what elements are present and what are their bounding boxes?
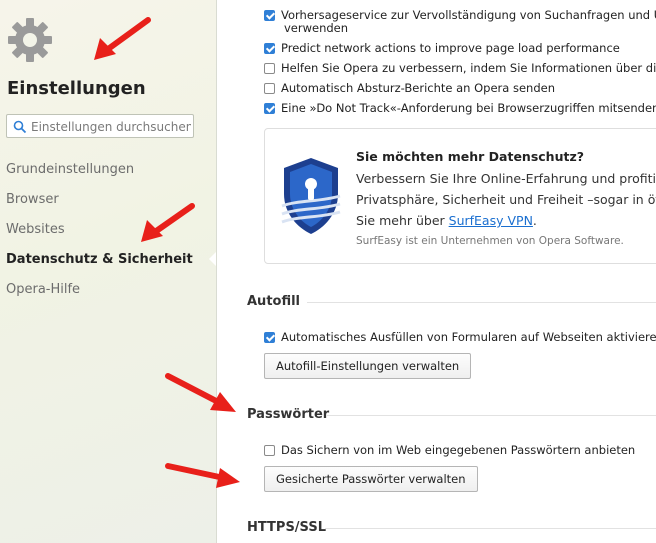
gear-icon [8,18,52,62]
option-do-not-track[interactable]: Eine »Do Not Track«-Anforderung bei Brow… [264,101,656,115]
vpn-promo-card: Sie möchten mehr Datenschutz? Verbessern… [264,128,656,264]
option-search-prediction[interactable]: Vorhersageservice zur Vervollständigung … [264,8,656,22]
promo-line: Sie mehr über SurfEasy VPN. [356,210,656,231]
page-title: Einstellungen [7,78,146,99]
checkbox[interactable] [264,445,275,456]
promo-title: Sie möchten mehr Datenschutz? [356,149,584,164]
section-divider [307,302,656,303]
annotation-arrow-icon [165,463,240,488]
search-icon [13,120,27,134]
promo-line-suffix: . [532,213,537,228]
search-box[interactable] [6,114,194,138]
promo-line-prefix: Sie mehr über [356,213,449,228]
surfeasy-vpn-link[interactable]: SurfEasy VPN [449,213,533,228]
option-label: Automatisch Absturz-Berichte an Opera se… [281,81,555,95]
section-divider [325,528,656,529]
option-offer-save-passwords[interactable]: Das Sichern von im Web eingegebenen Pass… [264,443,635,457]
option-crash-reports[interactable]: Automatisch Absturz-Berichte an Opera se… [264,81,555,95]
option-label-continuation: verwenden [284,21,349,35]
sidebar-item-privacy-security[interactable]: Datenschutz & Sicherheit [6,250,193,280]
checkbox[interactable] [264,332,275,343]
checkbox[interactable] [264,83,275,94]
option-label: Eine »Do Not Track«-Anforderung bei Brow… [281,101,656,115]
manage-autofill-button[interactable]: Autofill-Einstellungen verwalten [264,353,472,379]
settings-content: Vorhersageservice zur Vervollständigung … [217,0,656,543]
checkbox[interactable] [264,43,275,54]
shield-lock-icon [281,158,341,234]
option-help-improve-opera[interactable]: Helfen Sie Opera zu verbessern, indem Si… [264,61,656,75]
active-item-indicator [209,252,216,266]
checkbox[interactable] [264,103,275,114]
annotation-arrow-icon [141,203,195,242]
manage-passwords-button[interactable]: Gesicherte Passwörter verwalten [264,466,478,492]
section-divider [327,415,656,416]
option-label: Predict network actions to improve page … [281,41,620,55]
checkbox[interactable] [264,10,275,21]
section-heading-https: HTTPS/SSL [247,520,326,535]
section-heading-autofill: Autofill [247,294,301,309]
option-label: Das Sichern von im Web eingegebenen Pass… [281,443,636,457]
promo-line: Privatsphäre, Sicherheit und Freiheit –s… [356,192,656,207]
option-label: Vorhersageservice zur Vervollständigung … [281,8,656,22]
option-autofill-forms[interactable]: Automatisches Ausfüllen von Formularen a… [264,330,656,344]
option-predict-network[interactable]: Predict network actions to improve page … [264,41,620,55]
checkbox[interactable] [264,63,275,74]
promo-footnote: SurfEasy ist ein Unternehmen von Opera S… [356,235,624,247]
sidebar-item-opera-help[interactable]: Opera-Hilfe [6,280,193,310]
option-label: Helfen Sie Opera zu verbessern, indem Si… [281,61,656,75]
search-input[interactable] [29,117,193,137]
annotation-arrow-icon [94,17,151,60]
sidebar-item-grundeinstellungen[interactable]: Grundeinstellungen [6,160,193,190]
promo-text: Verbessern Sie Ihre Online-Erfahrung und… [356,168,656,231]
promo-line: Verbessern Sie Ihre Online-Erfahrung und… [356,171,656,186]
annotation-arrow-icon [165,373,236,412]
section-heading-passwords: Passwörter [247,407,330,422]
option-label: Automatisches Ausfüllen von Formularen a… [281,330,656,344]
